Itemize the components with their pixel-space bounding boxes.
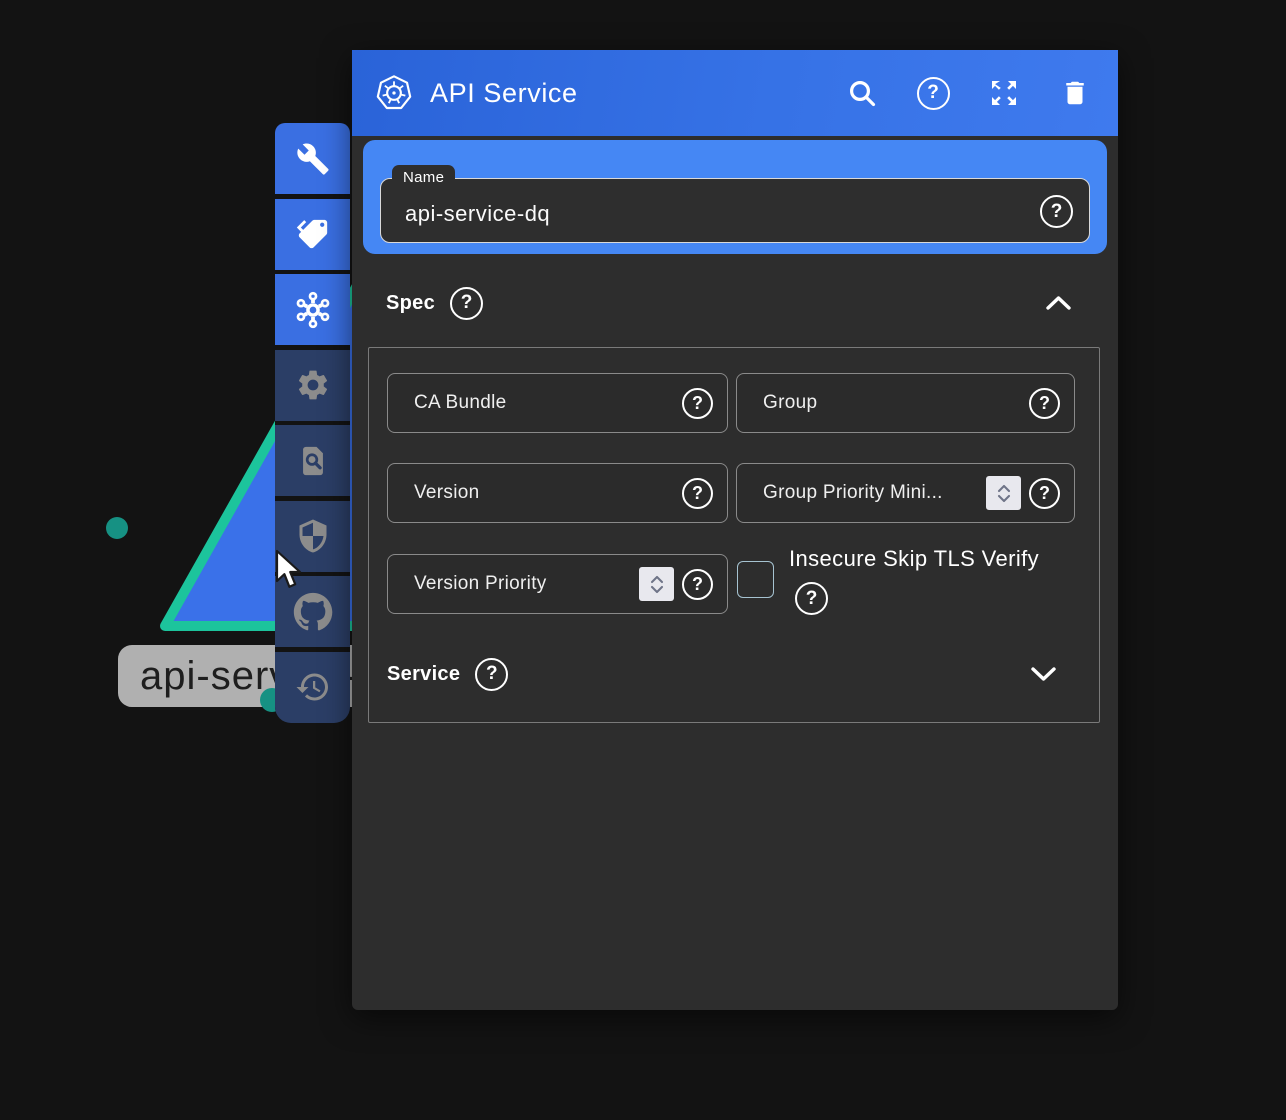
stepper-up-icon[interactable] — [649, 575, 665, 584]
node-left-handle[interactable] — [106, 517, 128, 539]
canvas[interactable]: { "colors": { "canvas_bg": "#131313", "p… — [0, 0, 1286, 1120]
group-help-icon[interactable]: ? — [1029, 388, 1060, 419]
metadata-section: Name ? — [363, 140, 1107, 254]
delete-button[interactable] — [1058, 76, 1092, 110]
wrench-icon — [296, 142, 330, 176]
version-priority-help-icon[interactable]: ? — [682, 569, 713, 600]
name-field[interactable]: Name ? — [380, 178, 1090, 243]
toolbar-button-history — [275, 652, 350, 723]
help-icon: ? — [917, 77, 950, 110]
file-search-icon — [296, 444, 330, 478]
toolbar-button-tools[interactable] — [275, 123, 350, 194]
insecure-skip-tls-verify-help-icon[interactable]: ? — [795, 582, 828, 615]
version-label: Version — [414, 482, 674, 504]
search-icon — [846, 77, 878, 109]
spec-section-title: Spec — [386, 292, 435, 315]
history-icon — [295, 669, 331, 705]
group-priority-stepper number-stepper[interactable] — [986, 476, 1021, 510]
group-priority-minimum-label: Group Priority Mini... — [763, 482, 978, 504]
expand-button[interactable] — [987, 76, 1021, 110]
expand-icon — [988, 77, 1020, 109]
toolbar-button-settings — [275, 350, 350, 421]
name-help-icon[interactable]: ? — [1040, 195, 1073, 228]
spec-section-header[interactable]: Spec ? — [386, 286, 483, 320]
spec-help-icon[interactable]: ? — [450, 287, 483, 320]
stepper-up-icon[interactable] — [996, 484, 1012, 493]
delete-icon — [1060, 78, 1090, 108]
spec-fields-group: CA Bundle ? Group ? Version ? Group Prio… — [368, 347, 1100, 723]
stepper-down-icon[interactable] — [649, 585, 665, 594]
service-expand-icon chevron-down-icon[interactable] — [1030, 666, 1057, 682]
hub-icon — [294, 291, 332, 329]
group-label: Group — [763, 392, 1021, 414]
toolbar-button-labels[interactable] — [275, 199, 350, 270]
toolbar-button-hub[interactable] — [275, 274, 350, 345]
version-priority-label: Version Priority — [414, 573, 631, 595]
version-priority-field[interactable]: Version Priority ? — [387, 554, 728, 614]
version-priority-stepper number-stepper[interactable] — [639, 567, 674, 601]
group-field[interactable]: Group ? — [736, 373, 1075, 433]
help-button[interactable]: ? — [916, 76, 950, 110]
gear-icon — [295, 367, 331, 403]
github-icon — [293, 592, 333, 632]
kubernetes-logo — [374, 73, 414, 113]
toolbar-button-preview — [275, 425, 350, 496]
ca-bundle-field[interactable]: CA Bundle ? — [387, 373, 728, 433]
service-section-header[interactable]: Service ? — [387, 657, 508, 691]
ca-bundle-label: CA Bundle — [414, 392, 674, 414]
node-toolbar — [275, 123, 350, 723]
group-priority-minimum-field[interactable]: Group Priority Mini... ? — [736, 463, 1075, 523]
insecure-skip-tls-verify-checkbox[interactable] — [737, 561, 774, 598]
mouse-cursor — [274, 549, 302, 591]
panel-header: API Service ? — [352, 50, 1118, 136]
resource-editor-panel: API Service ? — [352, 50, 1118, 1010]
insecure-skip-tls-verify-label: Insecure Skip TLS Verify — [789, 546, 1039, 572]
version-field[interactable]: Version ? — [387, 463, 728, 523]
service-section-title: Service — [387, 663, 460, 686]
spec-collapse-icon chevron-up-icon[interactable] — [1045, 295, 1072, 311]
panel-title: API Service — [430, 78, 578, 109]
service-help-icon[interactable]: ? — [475, 658, 508, 691]
group-priority-help-icon[interactable]: ? — [1029, 478, 1060, 509]
ca-bundle-help-icon[interactable]: ? — [682, 388, 713, 419]
tags-icon — [296, 217, 330, 251]
version-help-icon[interactable]: ? — [682, 478, 713, 509]
stepper-down-icon[interactable] — [996, 494, 1012, 503]
search-button[interactable] — [845, 76, 879, 110]
name-input[interactable] — [381, 179, 1089, 242]
header-actions: ? — [845, 76, 1092, 110]
